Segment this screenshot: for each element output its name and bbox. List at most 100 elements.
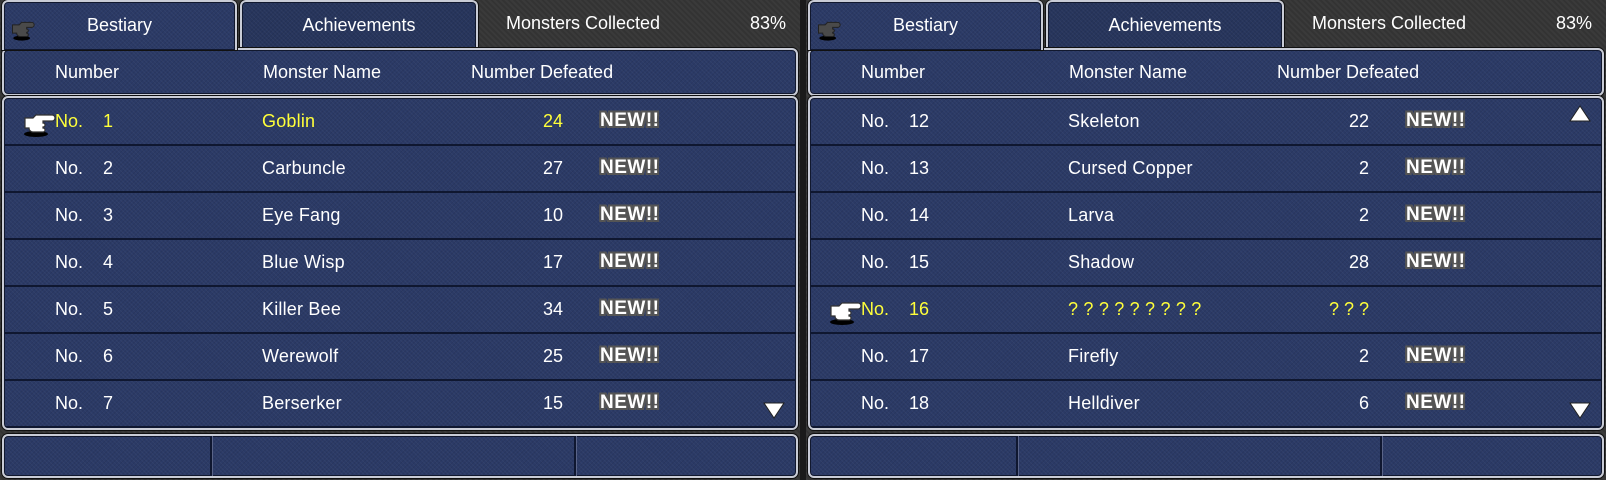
- new-badge: NEW!!: [600, 392, 660, 413]
- footer-cell: [4, 436, 212, 476]
- list-item[interactable]: No. 16 ? ? ? ? ? ? ? ? ? ? ? ?: [810, 286, 1602, 334]
- row-defeated-count: 2: [1358, 346, 1369, 366]
- monsters-collected-value: 83%: [1555, 13, 1592, 33]
- row-number-prefix: No.: [861, 393, 890, 413]
- monster-list[interactable]: No. 1 Goblin 24 NEW!! No. 2 Carbuncle 27…: [2, 96, 798, 430]
- footer-bar: [2, 434, 798, 478]
- row-number-prefix: No.: [861, 299, 890, 319]
- new-badge: NEW!!: [600, 110, 660, 131]
- row-defeated-count: 10: [542, 205, 563, 225]
- tab-bestiary[interactable]: Bestiary: [808, 0, 1043, 50]
- monster-list[interactable]: No. 12 Skeleton 22 NEW!! No. 13 Cursed C…: [808, 96, 1604, 430]
- column-header-bar: Number Monster Name Number Defeated: [808, 48, 1604, 96]
- list-item[interactable]: No. 13 Cursed Copper 2 NEW!!: [810, 145, 1602, 193]
- row-number: 13: [909, 158, 930, 178]
- list-item[interactable]: No. 17 Firefly 2 NEW!!: [810, 333, 1602, 381]
- list-item[interactable]: No. 5 Killer Bee 34 NEW!!: [4, 286, 796, 334]
- new-badge: NEW!!: [1406, 392, 1466, 413]
- row-defeated-count: 15: [542, 393, 563, 413]
- new-badge: NEW!!: [600, 345, 660, 366]
- column-header-number-defeated: Number Defeated: [1277, 62, 1420, 82]
- tab-bestiary[interactable]: Bestiary: [2, 0, 237, 50]
- pointing-hand-icon: [20, 108, 56, 138]
- row-number-prefix: No.: [55, 158, 84, 178]
- row-number: 16: [909, 299, 930, 319]
- row-defeated-count: 34: [542, 299, 563, 319]
- tab-achievements[interactable]: Achievements: [1046, 0, 1284, 48]
- row-defeated-count: ? ? ?: [1328, 299, 1369, 319]
- tab-achievements-label: Achievements: [1108, 15, 1222, 35]
- column-header-bar: Number Monster Name Number Defeated: [2, 48, 798, 96]
- row-number: 12: [909, 111, 930, 131]
- row-monster-name: Shadow: [1068, 252, 1135, 272]
- new-badge: NEW!!: [1406, 157, 1466, 178]
- scroll-up-arrow-icon[interactable]: [1568, 102, 1592, 124]
- list-item[interactable]: No. 12 Skeleton 22 NEW!!: [810, 98, 1602, 146]
- bestiary-panel-right: Bestiary Achievements Monsters Collected…: [806, 0, 1606, 480]
- row-monster-name: Blue Wisp: [262, 252, 345, 272]
- row-monster-name: Carbuncle: [262, 158, 346, 178]
- row-number-prefix: No.: [55, 346, 84, 366]
- row-defeated-count: 17: [542, 252, 563, 272]
- row-monster-name: Larva: [1068, 205, 1115, 225]
- row-number: 3: [103, 205, 114, 225]
- new-badge: NEW!!: [1406, 110, 1466, 131]
- row-number: 1: [103, 111, 114, 131]
- list-item[interactable]: No. 6 Werewolf 25 NEW!!: [4, 333, 796, 381]
- row-monster-name: Werewolf: [262, 346, 339, 366]
- tab-bestiary-label: Bestiary: [86, 15, 153, 35]
- tab-achievements[interactable]: Achievements: [240, 0, 478, 48]
- monsters-collected-label: Monsters Collected: [506, 13, 661, 33]
- column-header-monster-name: Monster Name: [1069, 62, 1188, 82]
- new-badge: NEW!!: [600, 204, 660, 225]
- list-item[interactable]: No. 7 Berserker 15 NEW!!: [4, 380, 796, 428]
- tab-achievements-label: Achievements: [302, 15, 416, 35]
- list-item[interactable]: No. 14 Larva 2 NEW!!: [810, 192, 1602, 240]
- scroll-down-arrow-icon[interactable]: [1568, 400, 1592, 422]
- row-monster-name: ? ? ? ? ? ? ? ? ?: [1068, 299, 1202, 319]
- row-number: 4: [103, 252, 114, 272]
- scroll-down-arrow-icon[interactable]: [762, 400, 786, 422]
- list-item[interactable]: No. 2 Carbuncle 27 NEW!!: [4, 145, 796, 193]
- row-number: 2: [103, 158, 114, 178]
- pointing-hand-icon: [10, 16, 40, 42]
- row-number-prefix: No.: [55, 205, 84, 225]
- row-number-prefix: No.: [55, 393, 84, 413]
- column-header-monster-name: Monster Name: [263, 62, 382, 82]
- row-defeated-count: 24: [542, 111, 563, 131]
- list-item[interactable]: No. 18 Helldiver 6 NEW!!: [810, 380, 1602, 428]
- list-item[interactable]: No. 3 Eye Fang 10 NEW!!: [4, 192, 796, 240]
- row-number: 18: [909, 393, 930, 413]
- bestiary-panel-left: Bestiary Achievements Monsters Collected…: [0, 0, 800, 480]
- row-defeated-count: 28: [1348, 252, 1369, 272]
- footer-cell: [810, 436, 1018, 476]
- row-number: 5: [103, 299, 114, 319]
- list-item[interactable]: No. 15 Shadow 28 NEW!!: [810, 239, 1602, 287]
- row-number-prefix: No.: [861, 205, 890, 225]
- row-monster-name: Firefly: [1068, 346, 1119, 366]
- new-badge: NEW!!: [1406, 251, 1466, 272]
- row-defeated-count: 27: [542, 158, 563, 178]
- footer-bar: [808, 434, 1604, 478]
- footer-cell: [1018, 436, 1382, 476]
- row-number-prefix: No.: [861, 346, 890, 366]
- new-badge: NEW!!: [600, 251, 660, 272]
- row-number-prefix: No.: [55, 111, 84, 131]
- row-number-prefix: No.: [861, 158, 890, 178]
- new-badge: NEW!!: [1406, 345, 1466, 366]
- list-item[interactable]: No. 1 Goblin 24 NEW!!: [4, 98, 796, 146]
- row-number-prefix: No.: [861, 111, 890, 131]
- row-number: 15: [909, 252, 930, 272]
- list-item[interactable]: No. 4 Blue Wisp 17 NEW!!: [4, 239, 796, 287]
- row-monster-name: Skeleton: [1068, 111, 1140, 131]
- row-defeated-count: 2: [1358, 158, 1369, 178]
- monsters-collected-value: 83%: [749, 13, 786, 33]
- tab-bestiary-label: Bestiary: [892, 15, 959, 35]
- row-number-prefix: No.: [55, 299, 84, 319]
- row-number-prefix: No.: [55, 252, 84, 272]
- column-header-number: Number: [55, 62, 120, 82]
- pointing-hand-icon: [816, 16, 846, 42]
- column-header-number: Number: [861, 62, 926, 82]
- row-monster-name: Berserker: [262, 393, 342, 413]
- row-defeated-count: 22: [1348, 111, 1369, 131]
